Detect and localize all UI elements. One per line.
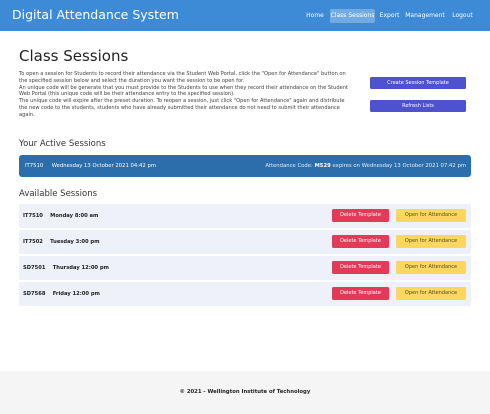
active-session-code: Attendance Code: M529 expires on Wednesd… <box>265 163 466 169</box>
refresh-lists-button[interactable]: Refresh Lists <box>370 100 466 112</box>
session-time: Monday 8:00 am <box>50 213 99 219</box>
open-for-attendance-button[interactable]: Open for Attendance <box>396 287 466 300</box>
active-sessions-heading: Your Active Sessions <box>19 139 106 149</box>
delete-template-button[interactable]: Delete Template <box>332 209 389 222</box>
session-time: Friday 12:00 pm <box>52 291 100 297</box>
nav-item-home[interactable]: Home <box>305 9 325 23</box>
open-for-attendance-button[interactable]: Open for Attendance <box>396 209 466 222</box>
intro-text: To open a session for Students to record… <box>19 71 351 119</box>
navbar: Digital Attendance System Home Class Ses… <box>0 0 490 31</box>
create-session-template-button[interactable]: Create Session Template <box>370 77 466 89</box>
delete-template-button[interactable]: Delete Template <box>332 287 389 300</box>
app-title[interactable]: Digital Attendance System <box>12 7 179 22</box>
session-course: SD7501 <box>23 265 46 271</box>
delete-template-button[interactable]: Delete Template <box>332 235 389 248</box>
page-title: Class Sessions <box>19 47 129 65</box>
nav-item-management[interactable]: Management <box>405 9 445 23</box>
session-time: Thursday 12:00 pm <box>52 265 109 271</box>
available-sessions-heading: Available Sessions <box>19 189 98 199</box>
session-course: IT7510 <box>23 213 43 219</box>
session-course: SD7568 <box>23 291 46 297</box>
session-label: SD7568 Friday 12:00 pm <box>23 291 100 297</box>
active-session-info: IT7510 Wednesday 13 October 2021 04:42 p… <box>25 163 156 169</box>
session-label: IT7510 Monday 8:00 am <box>23 213 98 219</box>
attendance-code-expiry: expires on Wednesday 13 October 2021 07:… <box>332 163 466 169</box>
nav-item-export[interactable]: Export <box>378 9 401 23</box>
open-for-attendance-button[interactable]: Open for Attendance <box>396 261 466 274</box>
attendance-code-label: Attendance Code: <box>265 163 313 169</box>
nav-item-logout[interactable]: Logout <box>450 9 475 23</box>
intro-paragraph: The unique code will expire after the pr… <box>19 98 345 118</box>
open-for-attendance-button[interactable]: Open for Attendance <box>396 235 466 248</box>
active-session-datetime: Wednesday 13 October 2021 04:42 pm <box>51 163 156 169</box>
session-row: SD7568 Friday 12:00 pm Delete Template O… <box>19 282 471 306</box>
session-label: IT7502 Tuesday 3:00 pm <box>23 239 100 245</box>
active-session-course: IT7510 <box>25 163 44 169</box>
intro-paragraph: An unique code will be generate that you… <box>19 84 348 98</box>
footer-copyright: © 2021 - Wellington Institute of Technol… <box>179 389 311 395</box>
active-session-row: IT7510 Wednesday 13 October 2021 04:42 p… <box>19 155 471 177</box>
nav-item-class-sessions[interactable]: Class Sessions <box>330 9 375 23</box>
attendance-code-value: M529 <box>314 163 331 169</box>
intro-paragraph: To open a session for Students to record… <box>19 71 346 84</box>
session-time: Tuesday 3:00 pm <box>50 239 100 245</box>
footer: © 2021 - Wellington Institute of Technol… <box>0 371 490 414</box>
delete-template-button[interactable]: Delete Template <box>332 261 389 274</box>
session-row: SD7501 Thursday 12:00 pm Delete Template… <box>19 256 471 280</box>
session-course: IT7502 <box>23 239 43 245</box>
session-label: SD7501 Thursday 12:00 pm <box>23 265 109 271</box>
session-row: IT7510 Monday 8:00 am Delete Template Op… <box>19 204 471 228</box>
session-row: IT7502 Tuesday 3:00 pm Delete Template O… <box>19 230 471 254</box>
